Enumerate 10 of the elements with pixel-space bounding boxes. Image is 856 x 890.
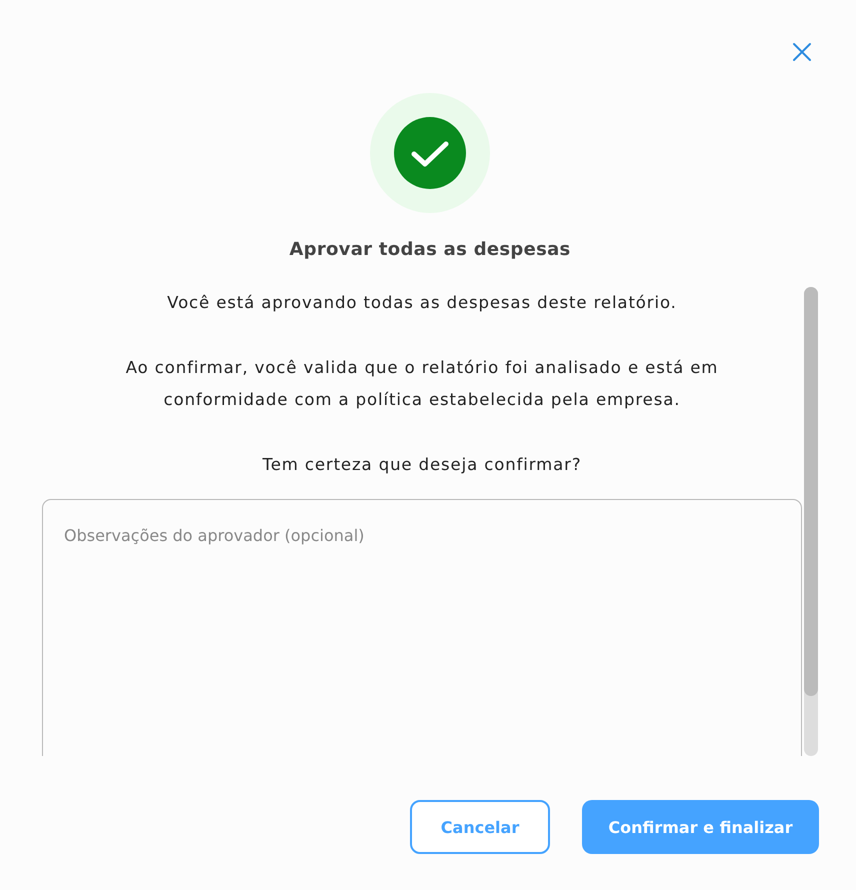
message-text: Ao confirmar, você valida que o relatório foi analisado e está em conformidade com a política estabelecida pela empresa. [124,357,720,411]
checkmark-icon [394,117,466,189]
notes-field[interactable]: Observações do aprovador (opcional) [42,499,802,756]
confirm-button[interactable]: Confirmar e finalizar [582,800,819,854]
message-text: Tem certeza que deseja confirmar? [262,454,582,476]
message-text: Você está aprovando todas as despesas deste relatório. [167,292,677,314]
close-button[interactable] [790,40,814,64]
dialog-title: Aprovar todas as despesas [289,239,571,260]
cancel-button[interactable]: Cancelar [410,800,550,854]
close-icon [792,42,812,62]
